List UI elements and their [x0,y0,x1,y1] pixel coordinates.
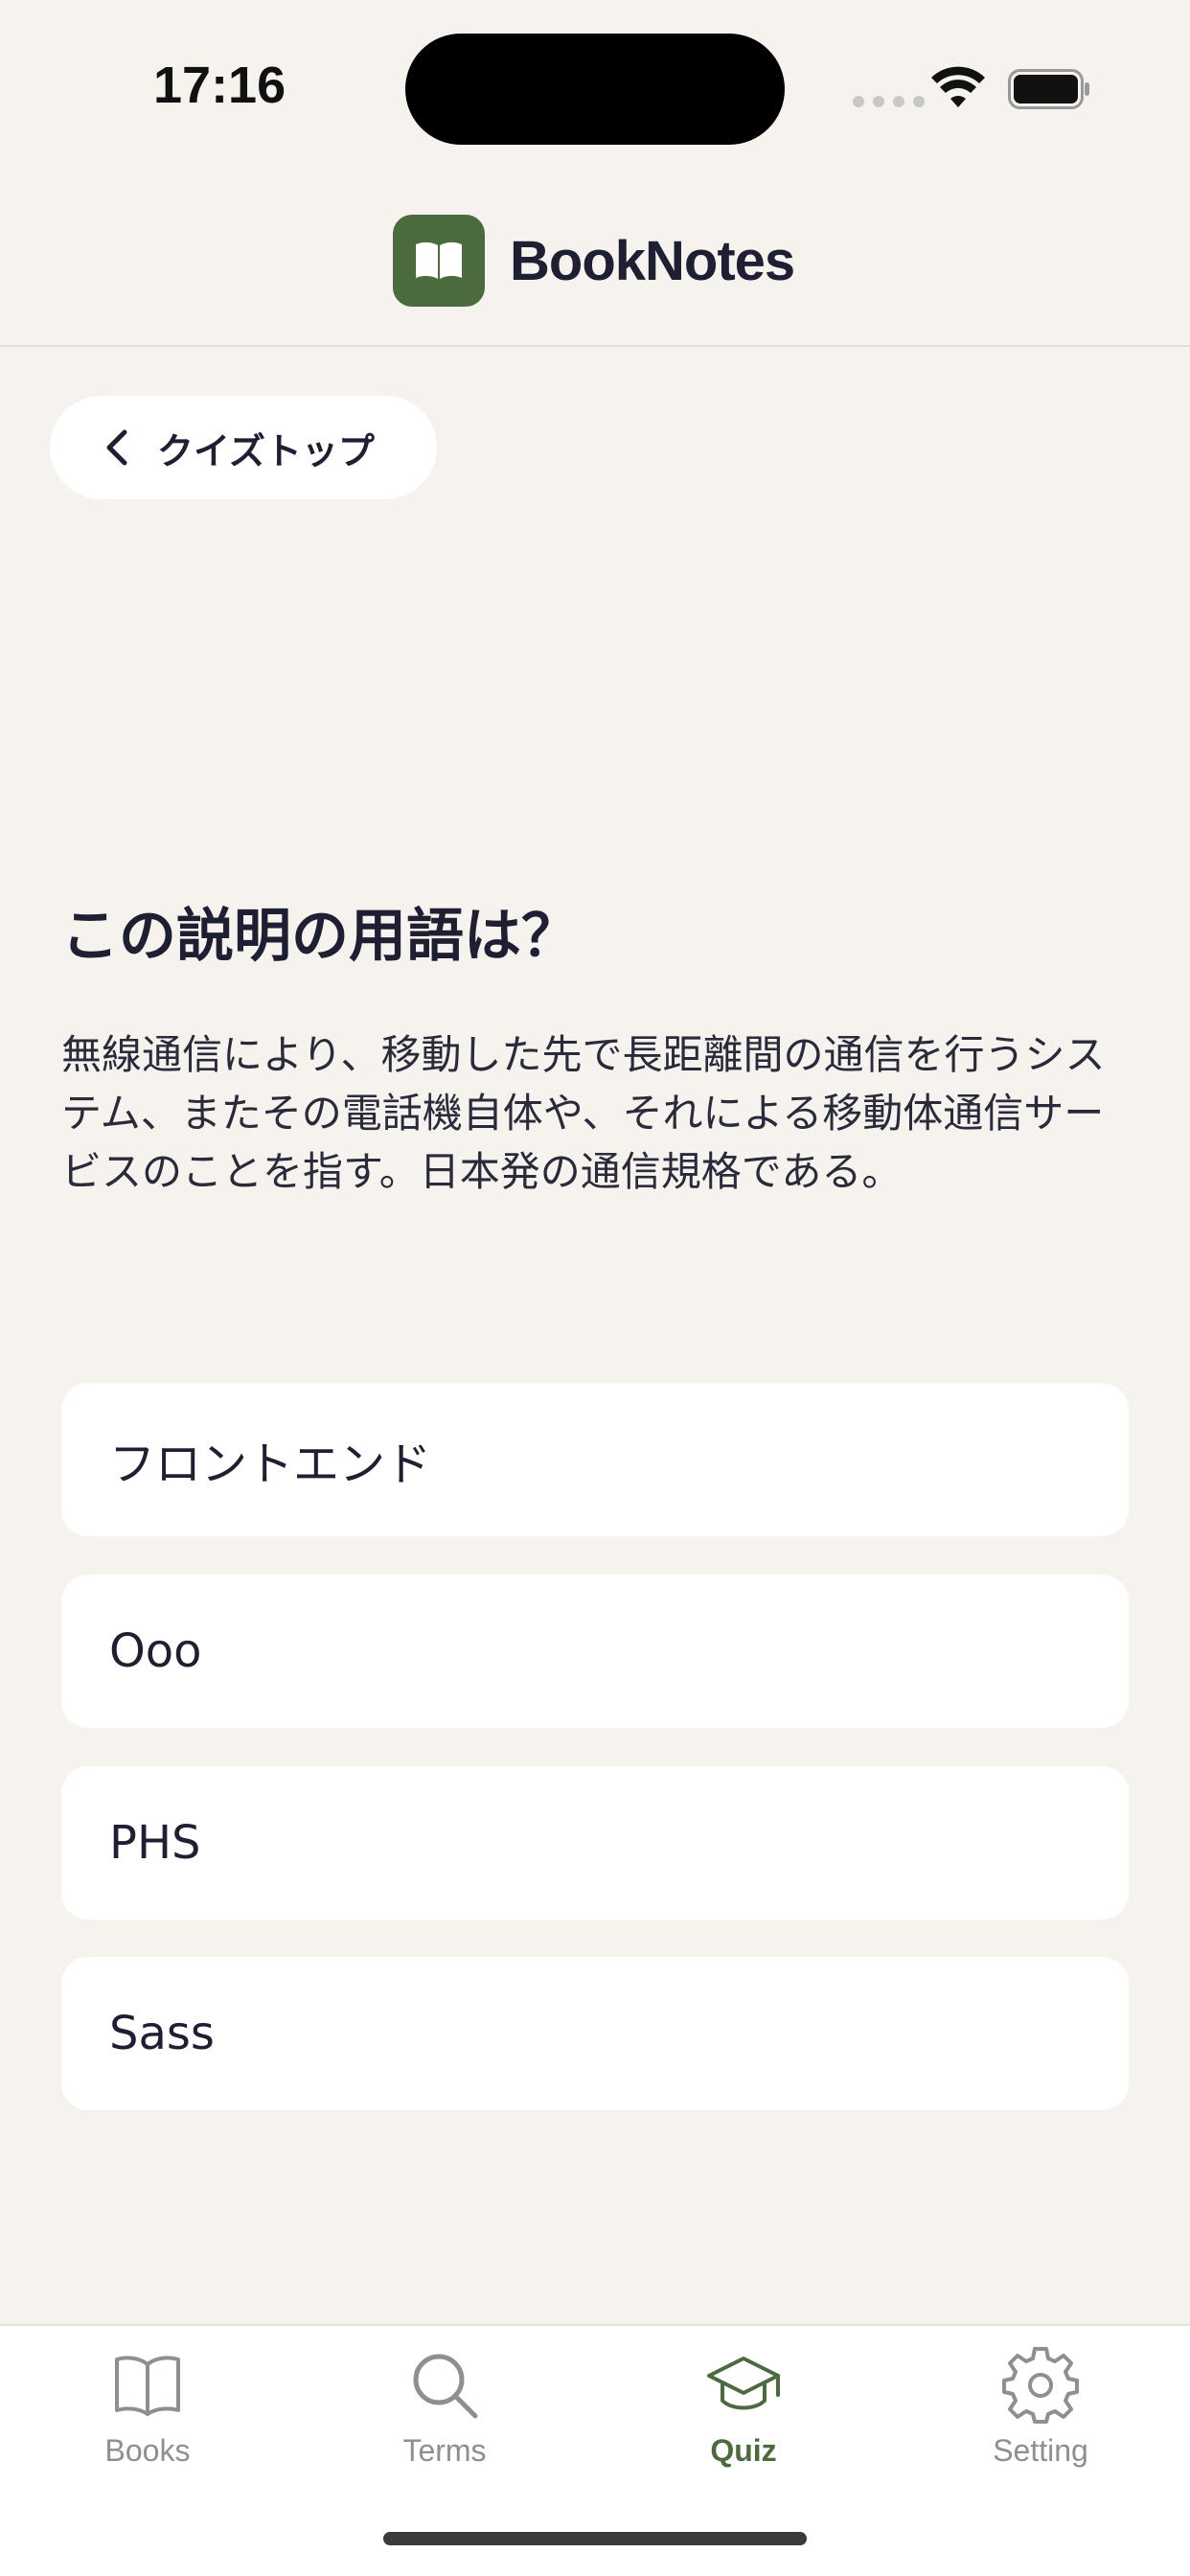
status-bar: 17:16 [0,0,1190,172]
battery-icon [1008,69,1089,109]
back-button-label: クイズトップ [157,429,375,472]
tab-quiz-label: Quiz [710,2433,777,2468]
tab-terms-label: Terms [402,2433,487,2468]
tab-quiz[interactable]: Quiz [648,2345,839,2508]
answer-option-1[interactable]: フロントエンド [61,1383,1129,1536]
status-time: 17:16 [153,57,286,114]
open-book-icon [416,242,462,279]
answer-option-2[interactable]: Ooo [61,1575,1129,1728]
answer-option-4[interactable]: Sass [61,1957,1129,2110]
app-header: BookNotes [0,172,1190,347]
brand: BookNotes [393,215,795,307]
tab-setting-label: Setting [993,2433,1088,2468]
dynamic-island [405,34,785,145]
gear-icon [1002,2347,1079,2424]
cellular-signal-icon [853,96,925,107]
answer-option-3[interactable]: PHS [61,1766,1129,1920]
back-to-quiz-top-button[interactable]: クイズトップ [50,396,437,499]
book-icon [115,2356,180,2416]
quiz-screen: 17:16 BookNotes クイズトップ この説明の用語は？ 無線通信により… [0,0,1190,2576]
app-logo [393,215,485,307]
graduation-cap-icon [707,2357,780,2410]
home-indicator [383,2532,807,2545]
search-icon [413,2354,478,2419]
tab-setting[interactable]: Setting [945,2345,1136,2508]
tab-books-label: Books [104,2433,191,2468]
chevron-left-icon [106,429,127,466]
tab-books[interactable]: Books [52,2345,243,2508]
app-title: BookNotes [510,229,795,292]
tab-terms[interactable]: Terms [349,2345,540,2508]
question-title: この説明の用語は？ [61,903,579,970]
question-description: 無線通信により、移動した先で長距離間の通信を行うシステム、またその電話機自体や、… [61,1031,1106,1195]
wifi-icon [931,66,985,107]
